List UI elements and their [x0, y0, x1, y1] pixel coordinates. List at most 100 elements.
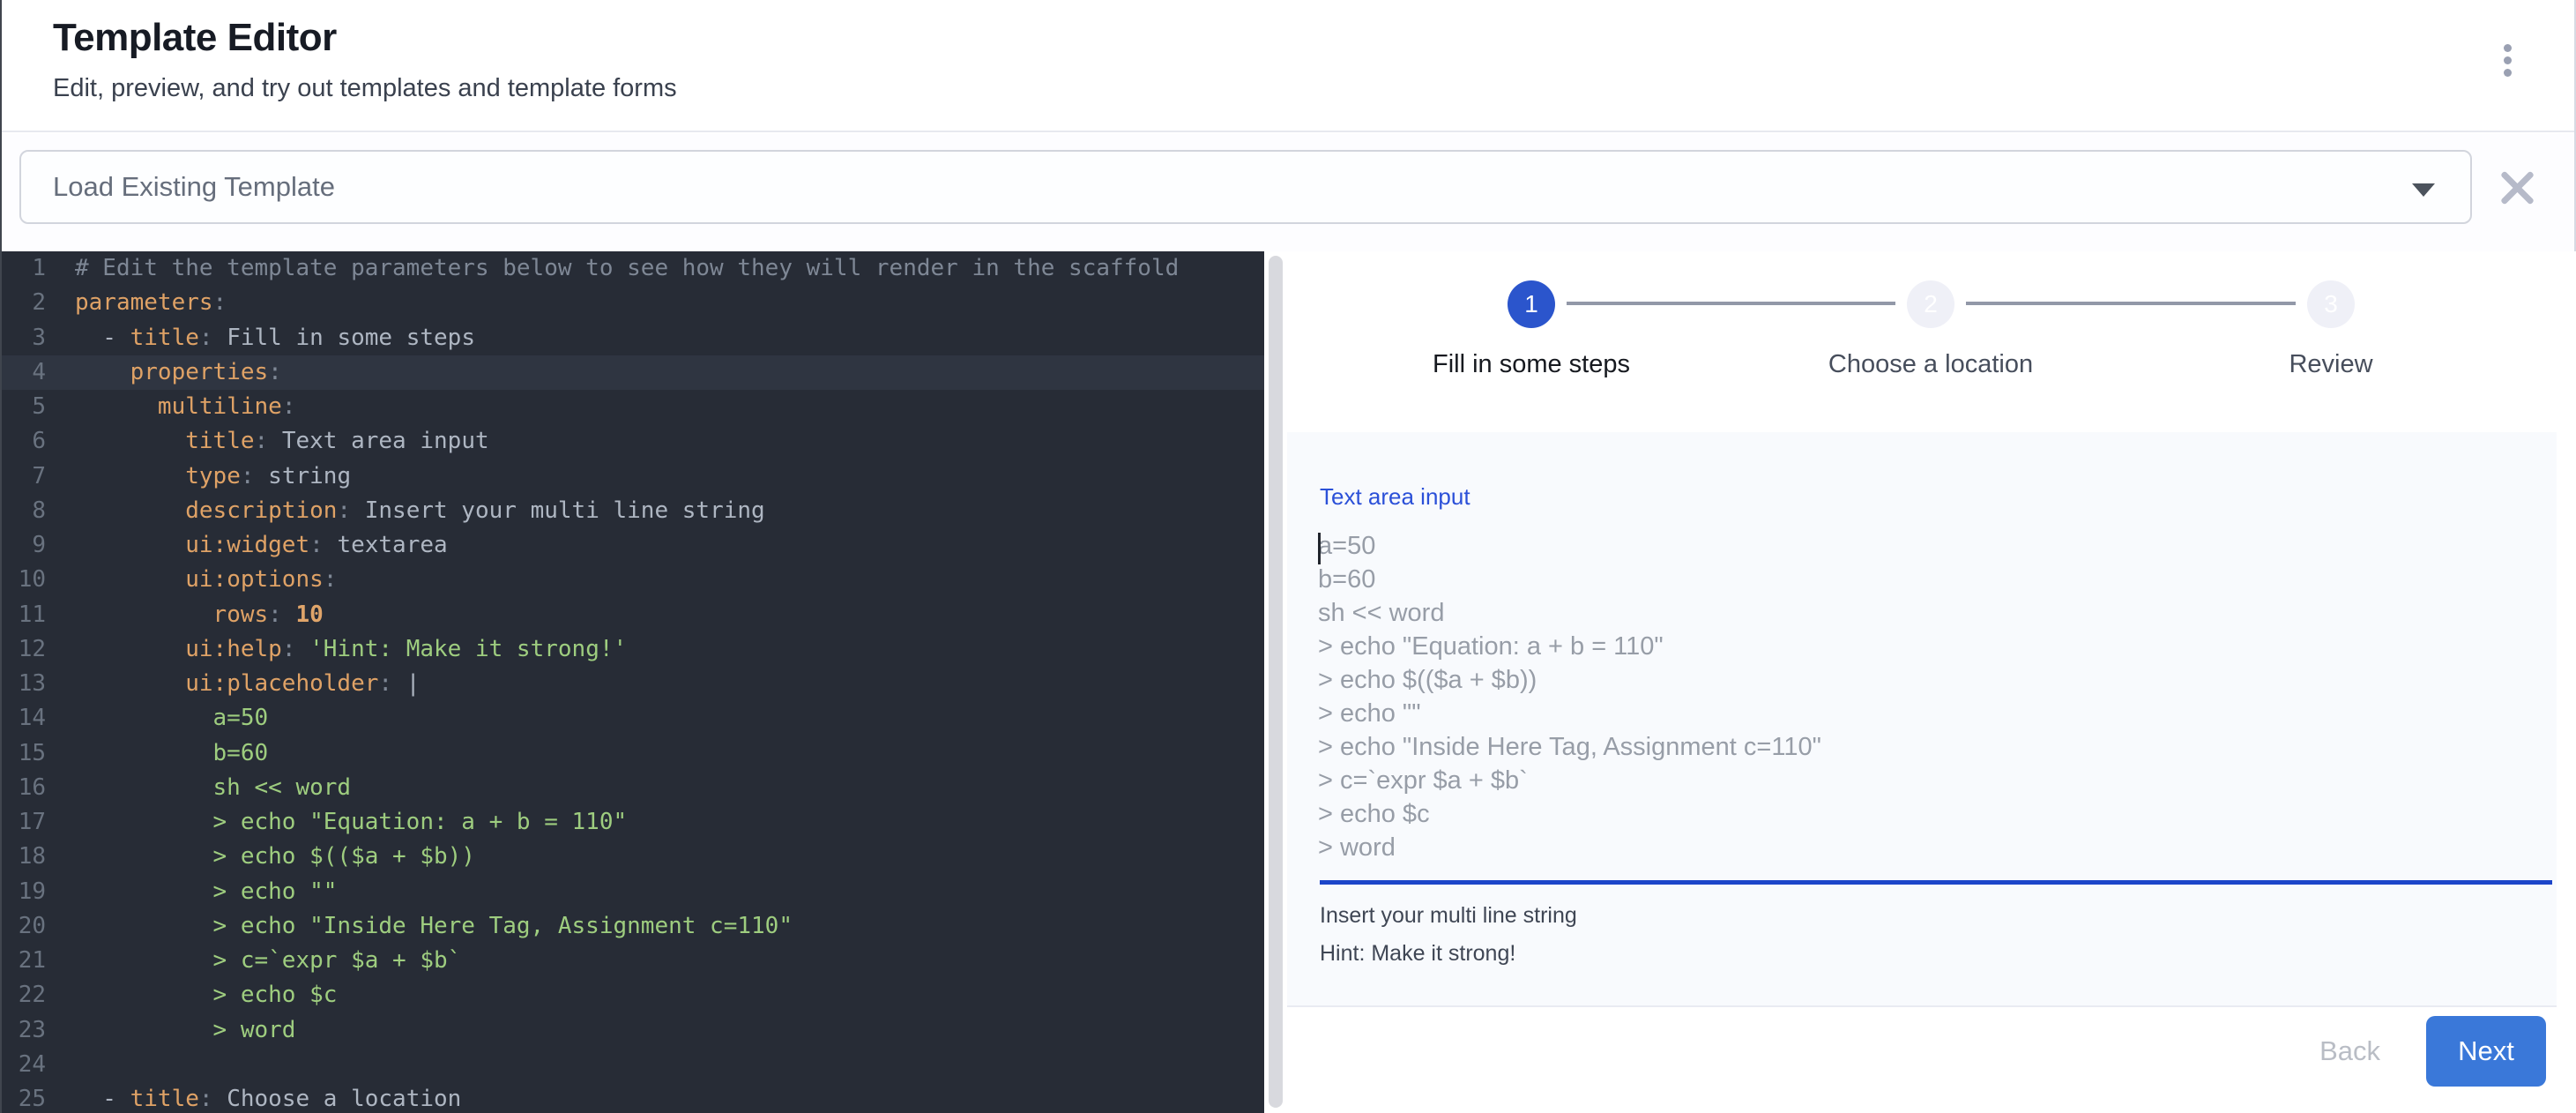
textarea-placeholder-line: a=50: [1318, 529, 2552, 563]
line-code: > word: [46, 1013, 295, 1048]
line-number: 2: [2, 286, 46, 320]
editor-line[interactable]: 5 multiline:: [2, 390, 1264, 424]
editor-line[interactable]: 10 ui:options:: [2, 563, 1264, 597]
step-label-1: Fill in some steps: [1337, 350, 1725, 379]
editor-line[interactable]: 17 > echo "Equation: a + b = 110": [2, 805, 1264, 840]
textarea-placeholder-line: > echo "Inside Here Tag, Assignment c=11…: [1318, 730, 2552, 764]
line-number: 3: [2, 321, 46, 355]
yaml-editor[interactable]: 1# Edit the template parameters below to…: [2, 251, 1264, 1113]
line-number: 24: [2, 1048, 46, 1082]
line-number: 18: [2, 840, 46, 874]
editor-line[interactable]: 14 a=50: [2, 701, 1264, 736]
editor-line[interactable]: 15 b=60: [2, 736, 1264, 771]
line-code: ui:placeholder: |: [46, 667, 420, 701]
line-number: 20: [2, 909, 46, 944]
textarea-placeholder-line: > echo $(($a + $b)): [1318, 663, 2552, 697]
line-number: 4: [2, 355, 46, 390]
textarea-placeholder-line: b=60: [1318, 563, 2552, 596]
line-code: ui:options:: [46, 563, 337, 597]
line-code: > echo "": [46, 875, 337, 909]
line-code: multiline:: [46, 390, 295, 424]
textarea-placeholder-line: > echo "Equation: a + b = 110": [1318, 630, 2552, 663]
back-button[interactable]: Back: [2319, 1035, 2380, 1067]
line-number: 11: [2, 598, 46, 632]
line-number: 15: [2, 736, 46, 771]
line-code: rows: 10: [46, 598, 324, 632]
textarea-placeholder-line: > word: [1318, 831, 2552, 864]
line-number: 10: [2, 563, 46, 597]
textarea-focus-underline: [1320, 880, 2552, 885]
line-code: - title: Fill in some steps: [46, 321, 475, 355]
caret-down-icon: [2412, 183, 2435, 197]
editor-line[interactable]: 18 > echo $(($a + $b)): [2, 840, 1264, 874]
line-number: 17: [2, 805, 46, 840]
line-code: > c=`expr $a + $b`: [46, 944, 461, 978]
textarea-placeholder: a=50b=60sh << word> echo "Equation: a + …: [1318, 529, 2552, 864]
editor-line[interactable]: 2parameters:: [2, 286, 1264, 320]
editor-line[interactable]: 9 ui:widget: textarea: [2, 528, 1264, 563]
line-number: 7: [2, 459, 46, 494]
line-code: b=60: [46, 736, 268, 771]
step-label-3: Review: [2137, 350, 2525, 379]
line-code: # Edit the template parameters below to …: [46, 251, 1179, 286]
more-options-icon[interactable]: [2490, 44, 2525, 85]
editor-scrollbar[interactable]: [1269, 256, 1283, 1108]
editor-line[interactable]: 16 sh << word: [2, 771, 1264, 805]
textarea-placeholder-line: > c=`expr $a + $b`: [1318, 764, 2552, 797]
editor-lines: 1# Edit the template parameters below to…: [2, 251, 1264, 1113]
editor-line[interactable]: 22 > echo $c: [2, 978, 1264, 1012]
editor-line[interactable]: 4 properties:: [2, 355, 1264, 390]
editor-line[interactable]: 23 > word: [2, 1013, 1264, 1048]
line-code: properties:: [46, 355, 282, 390]
editor-line[interactable]: 1# Edit the template parameters below to…: [2, 251, 1264, 286]
field-help-text: Hint: Make it strong!: [1320, 941, 1515, 967]
line-code: > echo $c: [46, 978, 337, 1012]
line-code: > echo "Inside Here Tag, Assignment c=11…: [46, 909, 793, 944]
line-code: ui:widget: textarea: [46, 528, 448, 563]
line-number: 1: [2, 251, 46, 286]
line-number: 22: [2, 978, 46, 1012]
editor-line[interactable]: 11 rows: 10: [2, 598, 1264, 632]
editor-line[interactable]: 3 - title: Fill in some steps: [2, 321, 1264, 355]
editor-line[interactable]: 21 > c=`expr $a + $b`: [2, 944, 1264, 978]
line-number: 16: [2, 771, 46, 805]
editor-line[interactable]: 12 ui:help: 'Hint: Make it strong!': [2, 632, 1264, 667]
clear-selection-icon[interactable]: [2491, 162, 2541, 212]
editor-line[interactable]: 25 - title: Choose a location: [2, 1082, 1264, 1113]
field-description: Insert your multi line string: [1320, 903, 1577, 929]
load-template-placeholder: Load Existing Template: [53, 171, 335, 203]
textarea-placeholder-line: > echo $c: [1318, 797, 2552, 831]
line-code: description: Insert your multi line stri…: [46, 494, 765, 528]
line-number: 12: [2, 632, 46, 667]
textarea-placeholder-line: > echo "": [1318, 697, 2552, 730]
editor-line[interactable]: 8 description: Insert your multi line st…: [2, 494, 1264, 528]
line-code: title: Text area input: [46, 424, 489, 459]
line-number: 9: [2, 528, 46, 563]
line-number: 8: [2, 494, 46, 528]
step-connector: [1567, 302, 1895, 305]
page-subtitle: Edit, preview, and try out templates and…: [53, 74, 677, 103]
editor-line[interactable]: 20 > echo "Inside Here Tag, Assignment c…: [2, 909, 1264, 944]
stepper: 1Fill in some steps2Choose a location3Re…: [1287, 251, 2576, 432]
editor-line[interactable]: 13 ui:placeholder: |: [2, 667, 1264, 701]
line-number: 5: [2, 390, 46, 424]
step-connector: [1966, 302, 2296, 305]
step-circle-1[interactable]: 1: [1508, 280, 1555, 328]
editor-line[interactable]: 19 > echo "": [2, 875, 1264, 909]
line-code: > echo "Equation: a + b = 110": [46, 805, 627, 840]
load-template-select[interactable]: Load Existing Template: [19, 150, 2472, 224]
line-number: 25: [2, 1082, 46, 1113]
line-number: 19: [2, 875, 46, 909]
editor-line[interactable]: 6 title: Text area input: [2, 424, 1264, 459]
wizard-buttons: Back Next: [2319, 1016, 2546, 1087]
multiline-textarea[interactable]: a=50b=60sh << word> echo "Equation: a + …: [1318, 529, 2552, 875]
step-circle-2[interactable]: 2: [1907, 280, 1954, 328]
line-code: - title: Choose a location: [46, 1082, 461, 1113]
textarea-field-label: Text area input: [1320, 483, 1470, 511]
step-circle-3[interactable]: 3: [2307, 280, 2355, 328]
page-header: Template Editor Edit, preview, and try o…: [2, 0, 2574, 132]
editor-line[interactable]: 7 type: string: [2, 459, 1264, 494]
next-button[interactable]: Next: [2426, 1016, 2546, 1087]
editor-line[interactable]: 24: [2, 1048, 1264, 1082]
text-cursor: [1318, 533, 1321, 564]
